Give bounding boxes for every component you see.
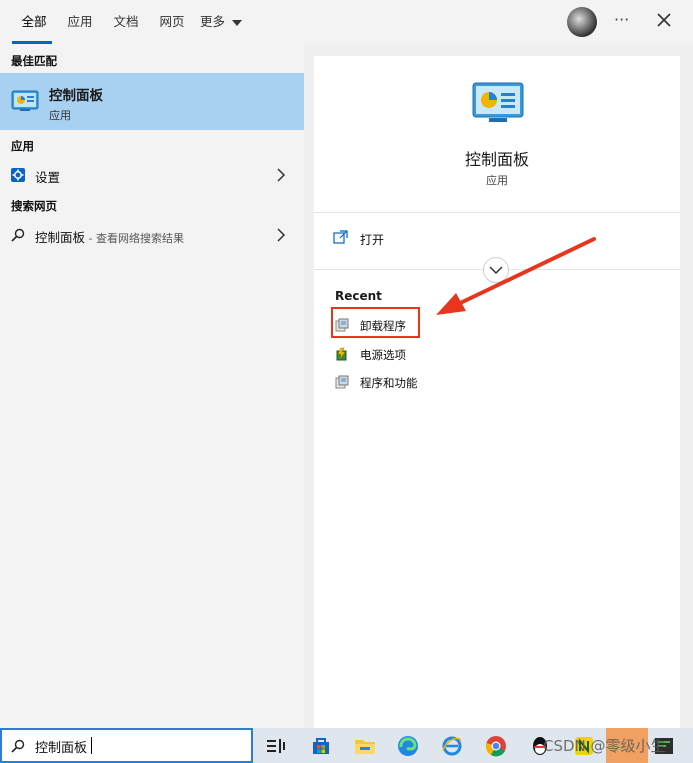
more-options-icon[interactable]: ··· xyxy=(614,10,629,29)
text-caret xyxy=(91,737,92,754)
best-match-subtitle: 应用 xyxy=(49,109,71,122)
best-match-control-panel[interactable]: 控制面板 应用 xyxy=(0,73,304,130)
best-match-heading: 最佳匹配 xyxy=(11,54,57,68)
ie-browser-icon[interactable] xyxy=(440,734,464,758)
web-search-label: 控制面板 - 查看网络搜索结果 xyxy=(35,227,184,246)
search-input-value[interactable]: 控制面板 xyxy=(35,737,87,756)
web-search-heading: 搜索网页 xyxy=(11,199,57,213)
taskbar-search-box[interactable]: 控制面板 xyxy=(0,728,253,763)
web-search-suffix: - 查看网络搜索结果 xyxy=(85,232,184,245)
tab-web[interactable]: 网页 xyxy=(152,0,192,44)
web-search-query: 控制面板 xyxy=(35,230,86,245)
detail-subtitle: 应用 xyxy=(486,174,508,187)
tab-more[interactable]: 更多 xyxy=(200,0,248,44)
close-icon[interactable] xyxy=(652,8,676,32)
chevron-right-icon xyxy=(277,228,286,242)
user-avatar[interactable] xyxy=(567,7,597,37)
tab-documents[interactable]: 文档 xyxy=(106,0,146,44)
csdn-watermark: CSDN @零级小生 xyxy=(543,737,666,755)
detail-pane: 控制面板 应用 打开 Recent 卸载程序 电源选项 程序和功能 xyxy=(314,56,680,728)
tab-more-label: 更多 xyxy=(200,14,226,29)
result-web-search[interactable]: 控制面板 - 查看网络搜索结果 xyxy=(0,221,304,251)
search-scope-tabs: 全部 应用 文档 网页 更多 ··· xyxy=(0,0,693,44)
detail-title: 控制面板 xyxy=(464,150,529,169)
file-explorer-icon[interactable] xyxy=(353,734,377,758)
recent-item-label: 程序和功能 xyxy=(360,376,418,390)
control-panel-icon xyxy=(11,90,39,111)
divider xyxy=(314,212,680,213)
annotation-arrow xyxy=(436,237,596,315)
result-settings[interactable]: 设置 xyxy=(0,160,304,190)
best-match-title: 控制面板 xyxy=(49,88,103,104)
tab-all[interactable]: 全部 xyxy=(14,0,54,44)
control-panel-large-icon xyxy=(472,82,524,122)
results-list xyxy=(0,44,304,728)
chrome-browser-icon[interactable] xyxy=(484,734,508,758)
chevron-right-icon xyxy=(277,168,286,182)
settings-gear-icon xyxy=(11,168,25,182)
caret-down-icon xyxy=(232,19,242,26)
apps-heading: 应用 xyxy=(11,139,34,153)
programs-icon xyxy=(335,375,349,389)
edge-browser-icon[interactable] xyxy=(396,734,420,758)
task-view-icon[interactable] xyxy=(264,734,288,758)
search-icon xyxy=(11,228,25,242)
recent-item-programs-features[interactable]: 程序和功能 xyxy=(332,370,512,394)
search-icon xyxy=(11,739,25,753)
tab-apps[interactable]: 应用 xyxy=(60,0,100,44)
store-icon[interactable] xyxy=(309,734,333,758)
settings-label: 设置 xyxy=(35,170,61,185)
